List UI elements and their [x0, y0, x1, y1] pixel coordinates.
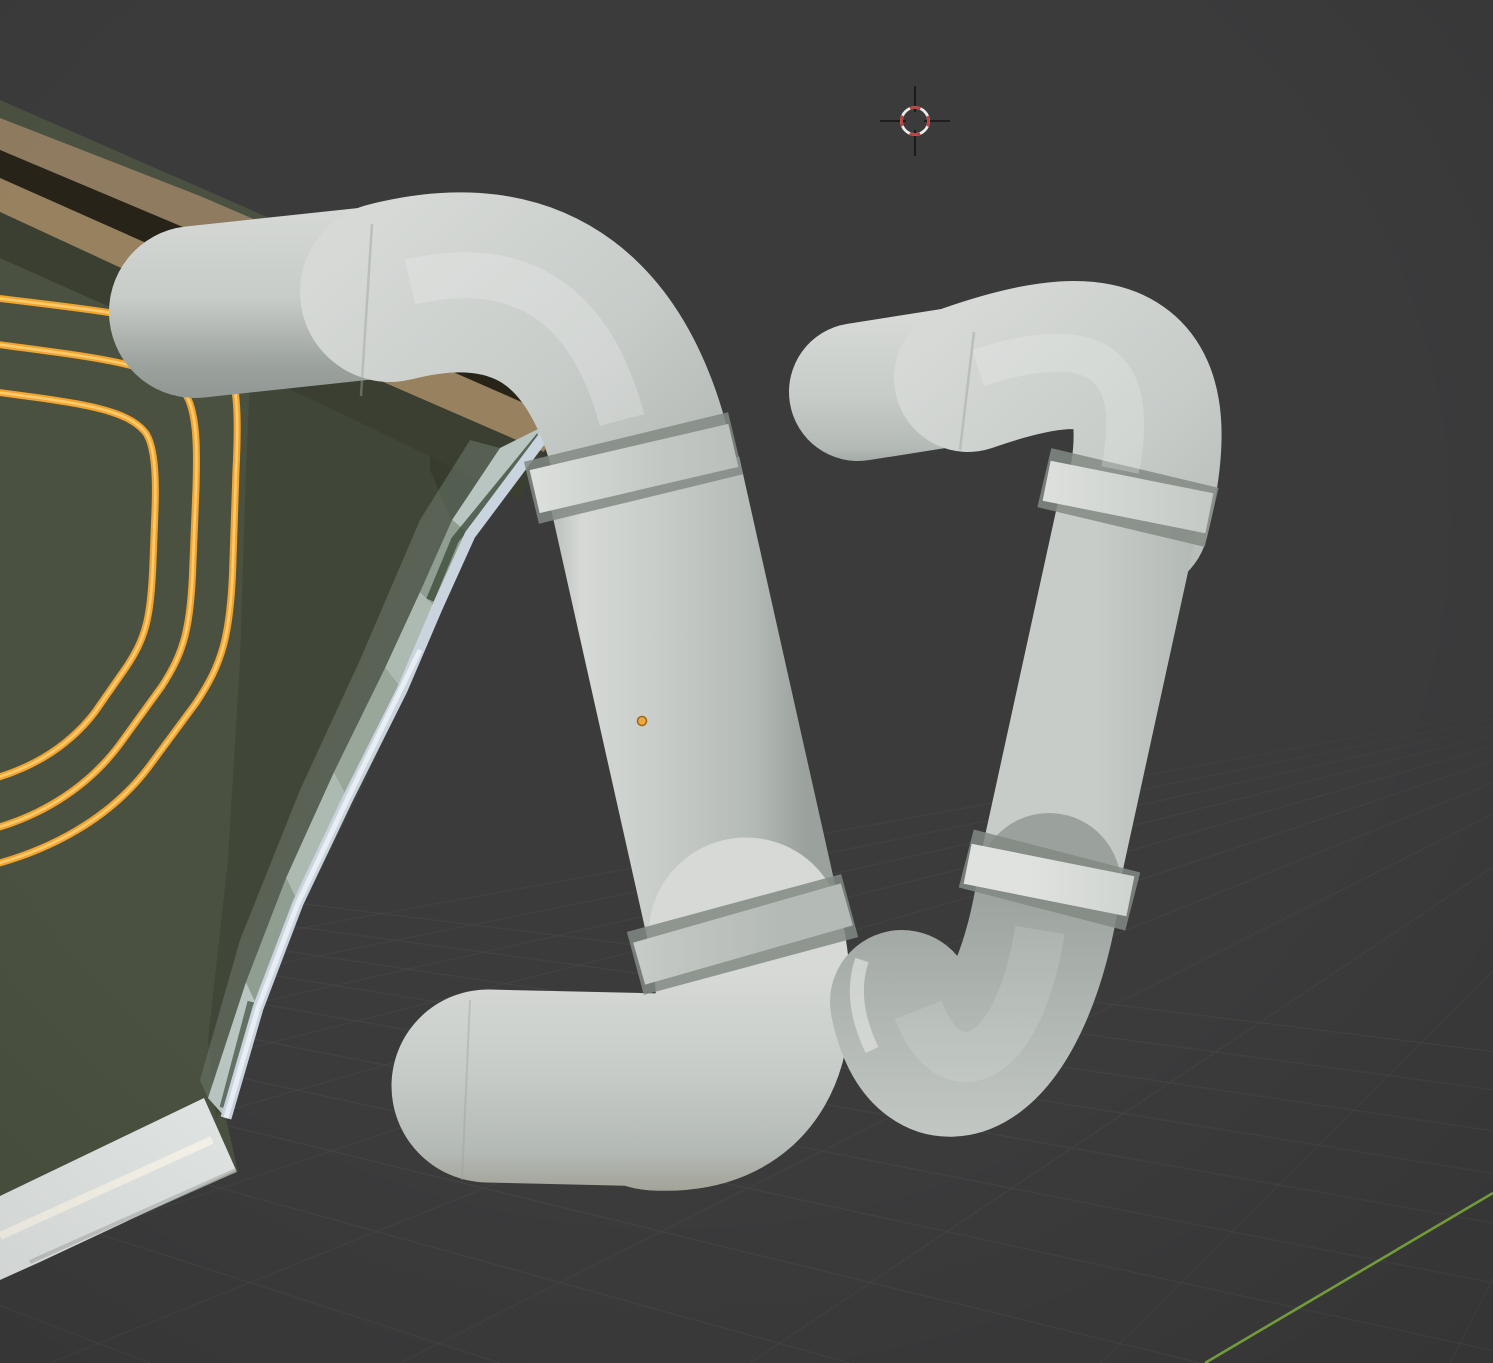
viewport-canvas[interactable] — [0, 0, 1493, 1363]
viewport-vignette — [0, 0, 1493, 1363]
viewport[interactable] — [0, 0, 1493, 1363]
